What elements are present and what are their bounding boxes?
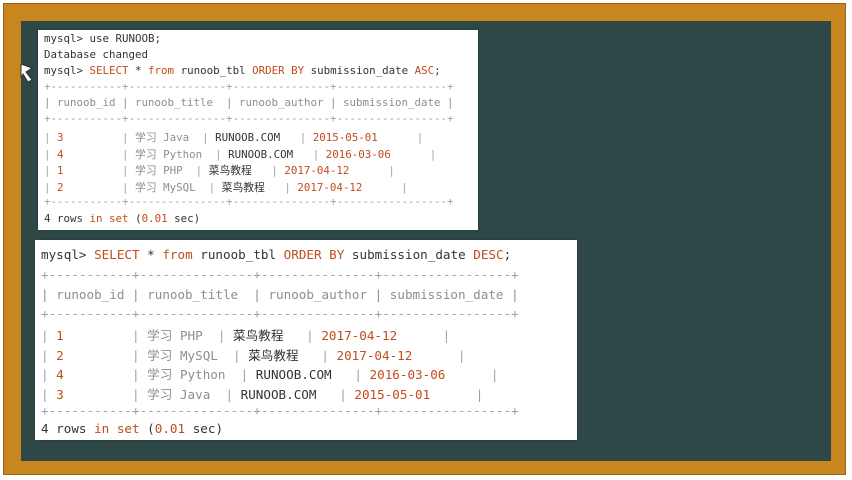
cell-title: 学习 PHP — [147, 328, 203, 343]
cell-author: RUNOOB.COM — [255, 367, 332, 382]
table-border-top: +-----------+---------------+-----------… — [44, 80, 454, 93]
cell-id: 1 — [56, 328, 64, 343]
cell-author: RUNOOB.COM — [215, 131, 281, 144]
table-row: | 2 | 学习 MySQL | 菜鸟教程 | 2017-04-12 | — [41, 347, 466, 363]
cell-date: 2016-03-06 — [369, 367, 446, 382]
cell-title: 学习 MySQL — [135, 180, 196, 194]
cell-author: 菜鸟教程 — [248, 347, 299, 363]
table-border-bottom: +-----------+---------------+-----------… — [44, 195, 454, 208]
result-footer: 4 rows in set (0.01 sec) — [41, 421, 224, 436]
cell-id: 3 — [56, 386, 64, 402]
cell-title: 学习 Java — [135, 131, 190, 144]
cell-author: 菜鸟教程 — [221, 180, 265, 194]
cell-author: RUNOOB.COM — [240, 386, 317, 402]
table-row: | 4 | 学习 Python | RUNOOB.COM | 2016-03-0… — [41, 367, 499, 382]
cell-date: 2015-05-01 — [354, 386, 431, 402]
terminal-line-select-asc: mysql> SELECT * from runoob_tbl ORDER BY… — [44, 64, 441, 77]
cell-id: 2 — [56, 347, 64, 363]
cell-title: 学习 Python — [135, 147, 203, 161]
terminal-line-use-db: mysql> use RUNOOB; — [44, 32, 162, 45]
result-footer: 4 rows in set (0.01 sec) — [44, 212, 201, 225]
table-border-bottom: +-----------+---------------+-----------… — [41, 403, 519, 418]
table-header: | runoob_id | runoob_title | runoob_auth… — [41, 287, 519, 302]
cell-date: 2016-03-06 — [325, 147, 391, 161]
table-row: | 3 | 学习 Java | RUNOOB.COM | 2015-05-01 … — [44, 131, 424, 144]
terminal-line-select-desc: mysql> SELECT * from runoob_tbl ORDER BY… — [41, 247, 512, 262]
table-border-mid: +-----------+---------------+-----------… — [41, 306, 519, 321]
cell-title: 学习 Python — [147, 367, 226, 382]
pen-cursor-icon — [20, 63, 34, 83]
cell-author: 菜鸟教程 — [233, 328, 284, 343]
cell-title: 学习 PHP — [135, 164, 183, 177]
cell-author: RUNOOB.COM — [228, 147, 294, 161]
table-row: | 4 | 学习 Python | RUNOOB.COM | 2016-03-0… — [44, 147, 437, 161]
table-border-top: +-----------+---------------+-----------… — [41, 267, 519, 282]
table-row: | 2 | 学习 MySQL | 菜鸟教程 | 2017-04-12 | — [44, 180, 408, 194]
cell-id: 4 — [56, 367, 64, 382]
table-row: | 1 | 学习 PHP | 菜鸟教程 | 2017-04-12 | — [41, 328, 451, 343]
table-border-mid: +-----------+---------------+-----------… — [44, 112, 454, 125]
cell-title: 学习 Java — [147, 386, 211, 402]
table-row: | 1 | 学习 PHP | 菜鸟教程 | 2017-04-12 | — [44, 164, 395, 177]
table-row: | 3 | 学习 Java | RUNOOB.COM | 2015-05-01 … — [41, 386, 484, 402]
cell-date: 2017-04-12 — [297, 180, 363, 194]
cell-date: 2017-04-12 — [284, 164, 350, 177]
cell-title: 学习 MySQL — [147, 347, 218, 363]
terminal-window-desc: mysql> SELECT * from runoob_tbl ORDER BY… — [35, 240, 577, 440]
cell-date: 2017-04-12 — [321, 328, 398, 343]
cell-date: 2017-04-12 — [336, 347, 413, 363]
terminal-line-db-changed: Database changed — [44, 48, 149, 61]
cell-date: 2015-05-01 — [312, 131, 378, 144]
terminal-window-asc: mysql> use RUNOOB; Database changed mysq… — [38, 30, 478, 230]
cell-author: 菜鸟教程 — [208, 164, 252, 177]
table-header: | runoob_id | runoob_title | runoob_auth… — [44, 96, 454, 109]
